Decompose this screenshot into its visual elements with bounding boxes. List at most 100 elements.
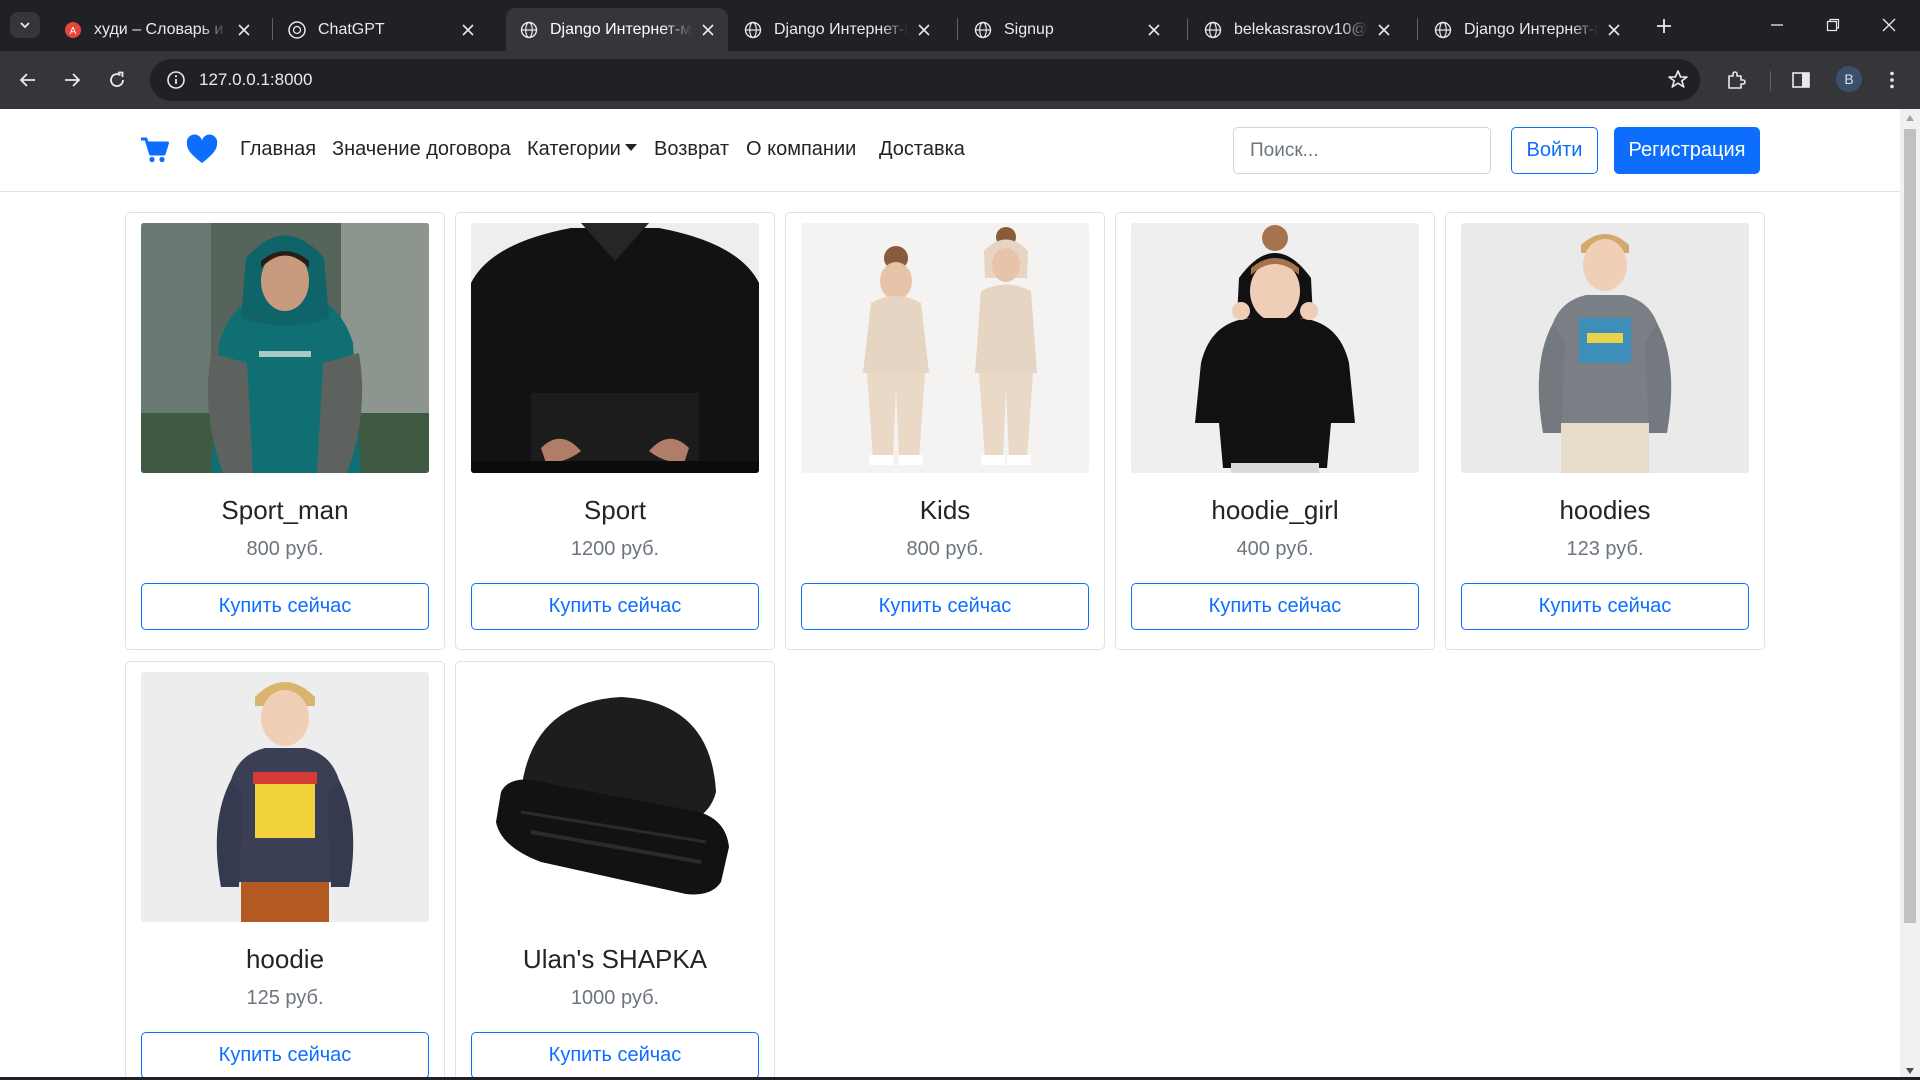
tab-separator xyxy=(1187,18,1188,40)
browser-tab[interactable]: Signup xyxy=(960,8,1174,51)
nav-dropdown-label: Категории xyxy=(527,138,621,160)
url-text[interactable]: 127.0.0.1:8000 xyxy=(199,70,312,90)
search-input[interactable] xyxy=(1233,127,1491,174)
buy-now-button[interactable]: Купить сейчас xyxy=(1461,583,1749,630)
scroll-up-arrow-icon[interactable] xyxy=(1906,115,1914,121)
minimize-button[interactable] xyxy=(1754,8,1800,42)
globe-icon xyxy=(520,21,538,39)
login-button[interactable]: Войти xyxy=(1511,127,1598,174)
plus-icon xyxy=(1657,19,1671,33)
caret-down-icon xyxy=(624,144,637,151)
product-name: Sport xyxy=(583,495,647,525)
close-tab-icon[interactable] xyxy=(914,20,934,40)
nav-link-returns[interactable]: Возврат xyxy=(654,138,729,161)
tab-search-button[interactable] xyxy=(10,12,40,38)
restore-icon xyxy=(1826,18,1840,32)
product-price: 400 руб. xyxy=(1236,538,1314,560)
product-name: Sport_man xyxy=(221,495,349,525)
close-tab-icon[interactable] xyxy=(458,20,478,40)
product-image[interactable] xyxy=(471,672,759,922)
cart-icon[interactable] xyxy=(138,133,172,167)
product-image[interactable] xyxy=(471,223,759,473)
product-card: hoodies 123 руб. Купить сейчас xyxy=(1445,212,1765,650)
minimize-icon xyxy=(1771,24,1783,26)
arrow-left-icon xyxy=(19,73,35,87)
back-button[interactable] xyxy=(12,64,44,96)
close-tab-icon[interactable] xyxy=(698,20,718,40)
product-price: 123 руб. xyxy=(1566,538,1644,560)
tab-title: Django Интернет-ма xyxy=(1464,20,1598,38)
site-info-icon[interactable] xyxy=(155,59,197,101)
product-card: Kids 800 руб. Купить сейчас xyxy=(785,212,1105,650)
scroll-down-arrow-icon[interactable] xyxy=(1906,1068,1914,1074)
nav-link-about[interactable]: О компании xyxy=(746,138,856,161)
product-image[interactable] xyxy=(1131,223,1419,473)
buy-now-button[interactable]: Купить сейчас xyxy=(141,1032,429,1079)
nav-link-home[interactable]: Главная xyxy=(240,138,316,161)
product-name: hoodie xyxy=(245,944,325,974)
toolbar-separator xyxy=(1770,71,1771,91)
browser-toolbar: 127.0.0.1:8000 xyxy=(0,51,1920,109)
globe-icon xyxy=(1204,21,1222,39)
browser-tab[interactable]: belekasrasrov10@gm xyxy=(1190,8,1404,51)
globe-icon xyxy=(974,21,992,39)
tab-title: belekasrasrov10@gm xyxy=(1234,20,1368,38)
forward-button[interactable] xyxy=(56,64,88,96)
reload-icon xyxy=(110,71,124,87)
close-tab-icon[interactable] xyxy=(234,20,254,40)
nav-link-delivery[interactable]: Доставка xyxy=(879,138,965,161)
product-card: Ulan's SHAPKA 1000 руб. Купить сейчас xyxy=(455,661,775,1080)
nav-link-contract[interactable]: Значение договора xyxy=(332,138,511,161)
tab-separator xyxy=(957,18,958,40)
product-image[interactable] xyxy=(141,223,429,473)
product-name: Ulan's SHAPKA xyxy=(522,944,708,974)
extensions-button[interactable] xyxy=(1722,66,1750,94)
restore-button[interactable] xyxy=(1810,8,1856,42)
tab-title: ChatGPT xyxy=(318,20,385,38)
buy-now-button[interactable]: Купить сейчас xyxy=(471,1032,759,1079)
tab-title: Django Интернет-ма xyxy=(550,20,692,38)
buy-now-button[interactable]: Купить сейчас xyxy=(801,583,1089,630)
product-image[interactable] xyxy=(1461,223,1749,473)
nav-dropdown-categories[interactable]: Категории xyxy=(527,138,637,161)
translate-icon: A xyxy=(64,21,82,39)
side-panel-icon xyxy=(1792,72,1810,88)
product-name: Kids xyxy=(919,495,971,525)
chatgpt-icon xyxy=(288,20,306,39)
close-tab-icon[interactable] xyxy=(1604,20,1624,40)
product-image[interactable] xyxy=(801,223,1089,473)
browser-tab[interactable]: Django Интернет-ма xyxy=(1420,8,1634,51)
browser-tab[interactable]: Django Интернет-ма xyxy=(730,8,944,51)
bookmark-star-icon[interactable] xyxy=(1666,68,1690,92)
menu-button[interactable] xyxy=(1878,66,1906,94)
signup-button[interactable]: Регистрация xyxy=(1614,127,1760,174)
close-window-button[interactable] xyxy=(1866,8,1912,42)
product-card: Sport_man 800 руб. Купить сейчас xyxy=(125,212,445,650)
page-viewport: Главная Значение договора Категории Возв… xyxy=(0,109,1900,1080)
address-bar[interactable]: 127.0.0.1:8000 xyxy=(150,59,1700,101)
tab-separator xyxy=(1417,18,1418,40)
close-tab-icon[interactable] xyxy=(1144,20,1164,40)
browser-tab-active[interactable]: Django Интернет-ма xyxy=(506,8,728,51)
side-panel-button[interactable] xyxy=(1787,66,1815,94)
browser-tab[interactable]: ChatGPT xyxy=(274,8,488,51)
heart-icon[interactable] xyxy=(185,133,219,167)
page-scrollbar[interactable] xyxy=(1900,109,1920,1080)
buy-now-button[interactable]: Купить сейчас xyxy=(141,583,429,630)
tab-title: Signup xyxy=(1004,20,1054,38)
product-image[interactable] xyxy=(141,672,429,922)
arrow-right-icon xyxy=(65,73,81,87)
product-card: hoodie 125 руб. Купить сейчас xyxy=(125,661,445,1080)
product-card: hoodie_girl 400 руб. Купить сейчас xyxy=(1115,212,1435,650)
new-tab-button[interactable] xyxy=(1650,12,1678,40)
product-name: hoodie_girl xyxy=(1211,495,1339,525)
reload-button[interactable] xyxy=(101,64,133,96)
tab-strip: A худи – Словарь и он ChatGPT Django Инт… xyxy=(0,0,1920,51)
browser-tab[interactable]: A худи – Словарь и он xyxy=(50,8,264,51)
buy-now-button[interactable]: Купить сейчас xyxy=(1131,583,1419,630)
buy-now-button[interactable]: Купить сейчас xyxy=(471,583,759,630)
product-price: 800 руб. xyxy=(246,538,324,560)
profile-avatar[interactable]: B xyxy=(1836,66,1862,92)
scrollbar-thumb[interactable] xyxy=(1904,129,1916,923)
close-tab-icon[interactable] xyxy=(1374,20,1394,40)
